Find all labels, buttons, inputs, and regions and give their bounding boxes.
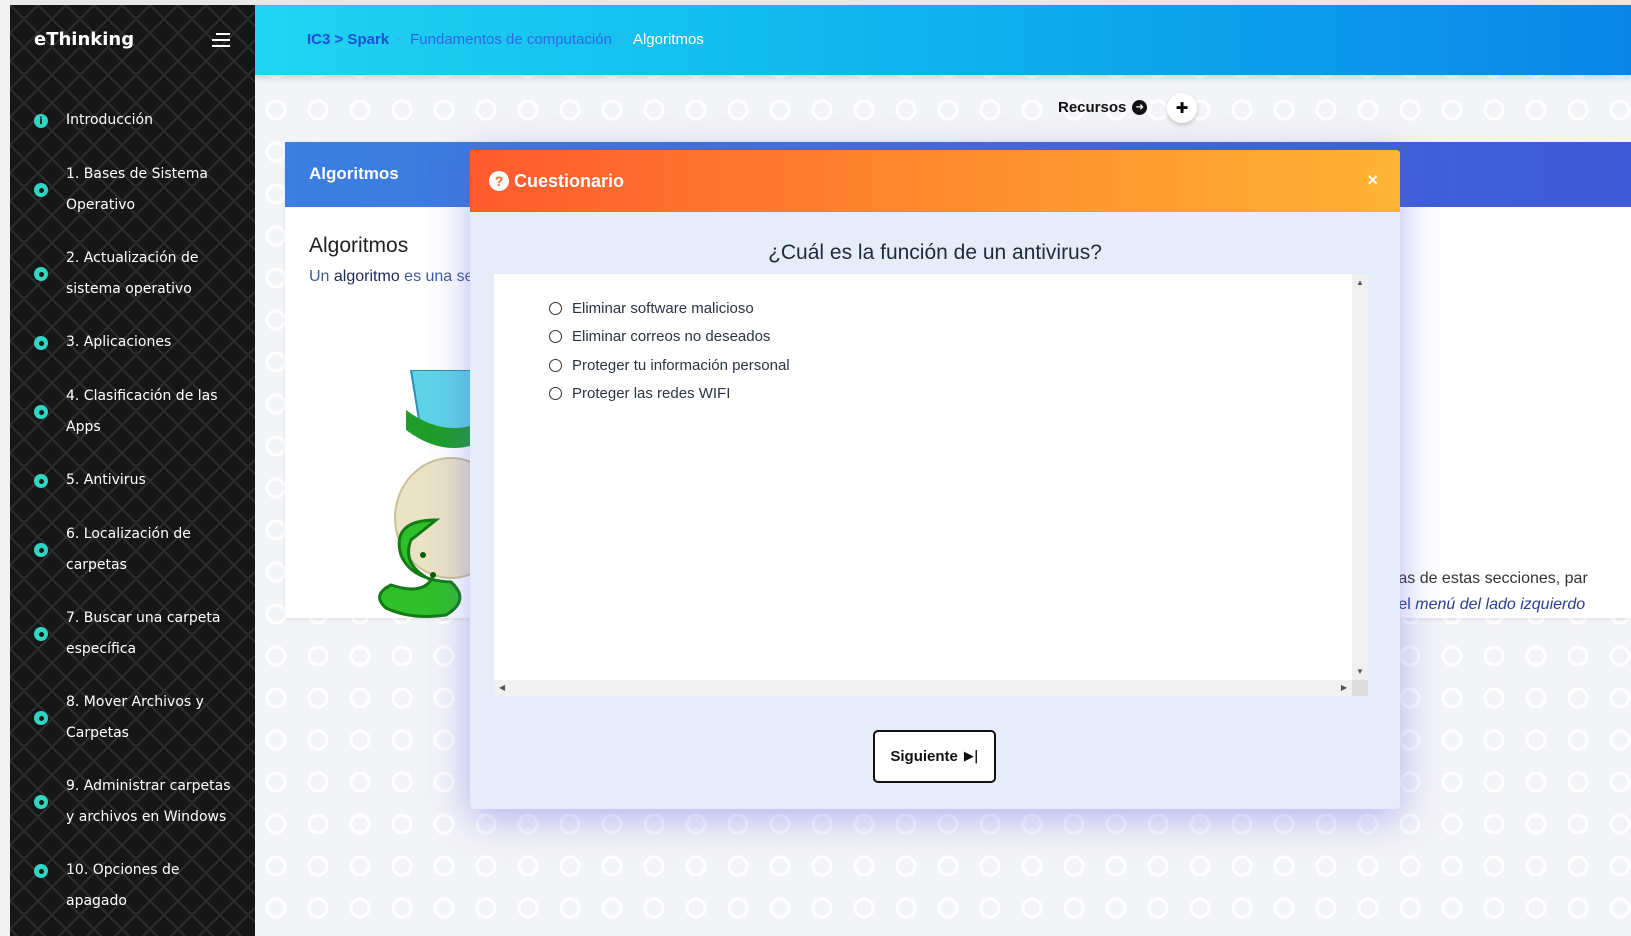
arrow-right-circle-icon: ➜ bbox=[1132, 100, 1148, 115]
answer-label: Proteger las redes WIFI bbox=[572, 385, 731, 402]
sidebar-item-administrar-carpetas[interactable]: 9. Administrar carpetas y archivos en Wi… bbox=[10, 771, 255, 833]
bullet-icon bbox=[34, 795, 48, 809]
sidebar-item-label: 1. Bases de Sistema Operativo bbox=[66, 166, 208, 213]
sidebar-item-opciones-apagado[interactable]: 10. Opciones de apagado bbox=[10, 855, 255, 909]
vertical-scrollbar[interactable]: ▲ ▼ bbox=[1352, 274, 1368, 680]
answers-scroll-area[interactable]: Eliminar software malicioso Eliminar cor… bbox=[494, 274, 1368, 696]
sidebar-item-mover-archivos[interactable]: 8. Mover Archivos y Carpetas bbox=[10, 687, 255, 749]
scrollbar-corner bbox=[1352, 680, 1368, 696]
next-button[interactable]: Siguiente ▶| bbox=[873, 730, 996, 783]
modal-header: ? Cuestionario bbox=[470, 150, 1400, 212]
sidebar-item-aplicaciones[interactable]: 3. Aplicaciones bbox=[10, 327, 255, 358]
bullet-icon bbox=[34, 543, 48, 557]
sidebar-item-label: 7. Buscar una carpeta específica bbox=[66, 610, 221, 657]
sidebar-item-label: 5. Antivirus bbox=[66, 472, 146, 488]
breadcrumb-current: Algoritmos bbox=[632, 31, 704, 48]
scroll-right-icon[interactable]: ▶ bbox=[1341, 683, 1347, 692]
sidebar-item-antivirus[interactable]: 5. Antivirus bbox=[10, 465, 255, 496]
sidebar-item-actualizacion[interactable]: 2. Actualización de sistema operativo bbox=[10, 243, 255, 305]
next-button-label: Siguiente bbox=[890, 748, 958, 765]
sidebar-item-label: 6. Localización de carpetas bbox=[66, 526, 191, 573]
bullet-icon bbox=[34, 627, 48, 641]
sidebar-item-label: 10. Opciones de apagado bbox=[66, 862, 180, 909]
breadcrumb-course-link[interactable]: Fundamentos de computación bbox=[410, 31, 612, 48]
bullet-icon bbox=[34, 405, 48, 419]
bullet-icon bbox=[34, 336, 48, 350]
answer-label: Proteger tu información personal bbox=[572, 357, 790, 374]
bullet-icon bbox=[34, 183, 48, 197]
quiz-question: ¿Cuál es la función de un antivirus? bbox=[768, 241, 1102, 264]
lesson-text-fragment: ntas de estas secciones, par bbox=[1385, 570, 1588, 587]
sidebar-item-label: 9. Administrar carpetas y archivos en Wi… bbox=[66, 778, 231, 825]
breadcrumb-root-link[interactable]: IC3 > Spark bbox=[307, 31, 389, 48]
modal-title: Cuestionario bbox=[514, 170, 625, 191]
answer-label: Eliminar correos no deseados bbox=[572, 328, 771, 345]
recursos-label: Recursos bbox=[1058, 99, 1127, 116]
hamburger-menu-icon[interactable] bbox=[210, 33, 232, 51]
puzzle-icon[interactable]: ✚ bbox=[1167, 93, 1197, 123]
radio-button[interactable] bbox=[549, 330, 562, 343]
bullet-icon bbox=[34, 711, 48, 725]
bullet-icon bbox=[34, 267, 48, 281]
scroll-up-icon[interactable]: ▲ bbox=[1356, 278, 1364, 287]
sidebar-item-localizacion-carpetas[interactable]: 6. Localización de carpetas bbox=[10, 519, 255, 581]
step-forward-icon: ▶| bbox=[963, 749, 979, 764]
breadcrumb-separator: - bbox=[397, 31, 403, 48]
window-left-edge bbox=[0, 0, 10, 936]
bullet-icon bbox=[34, 864, 48, 878]
sidebar-item-label: 3. Aplicaciones bbox=[66, 334, 172, 350]
sidebar-item-introduccion[interactable]: i Introducción bbox=[10, 105, 255, 136]
scroll-left-icon[interactable]: ◀ bbox=[499, 683, 505, 692]
horizontal-scrollbar[interactable]: ◀ ▶ bbox=[494, 680, 1352, 696]
brand-logo: eThinking bbox=[34, 29, 135, 50]
scroll-down-icon[interactable]: ▼ bbox=[1356, 667, 1364, 676]
answer-option[interactable]: Eliminar correos no deseados bbox=[549, 328, 770, 345]
recursos-button[interactable]: Recursos ➜ bbox=[1058, 99, 1148, 116]
answer-option[interactable]: Eliminar software malicioso bbox=[549, 300, 754, 317]
lesson-text: Un algoritmo es una se bbox=[309, 268, 474, 285]
close-icon[interactable]: × bbox=[1367, 170, 1378, 191]
question-circle-icon: ? bbox=[489, 171, 509, 191]
radio-button[interactable] bbox=[549, 302, 562, 315]
bullet-icon bbox=[34, 474, 48, 488]
sidebar-item-bases-sistema-operativo[interactable]: 1. Bases de Sistema Operativo bbox=[10, 159, 255, 221]
quiz-modal: ? Cuestionario × ¿Cuál es la función de … bbox=[470, 150, 1400, 809]
sidebar-item-clasificacion-apps[interactable]: 4. Clasificación de las Apps bbox=[10, 381, 255, 443]
answer-option[interactable]: Proteger las redes WIFI bbox=[549, 385, 730, 402]
sidebar-item-label: 8. Mover Archivos y Carpetas bbox=[66, 694, 204, 741]
answer-option[interactable]: Proteger tu información personal bbox=[549, 357, 790, 374]
lesson-text-fragment: n el menú del lado izquierdo bbox=[1385, 596, 1586, 613]
sidebar-item-label: Introducción bbox=[66, 112, 153, 128]
radio-button[interactable] bbox=[549, 359, 562, 372]
info-icon: i bbox=[34, 114, 48, 128]
sidebar: eThinking i Introducción 1. Bases de Sis… bbox=[10, 5, 255, 936]
lesson-title: Algoritmos bbox=[309, 234, 409, 257]
sidebar-item-label: 4. Clasificación de las Apps bbox=[66, 388, 218, 435]
top-bar: IC3 > Spark - Fundamentos de computación… bbox=[255, 5, 1631, 75]
radio-button[interactable] bbox=[549, 387, 562, 400]
sidebar-item-label: 2. Actualización de sistema operativo bbox=[66, 250, 199, 297]
breadcrumb-separator: - bbox=[619, 31, 625, 48]
breadcrumb: IC3 > Spark - Fundamentos de computación… bbox=[307, 31, 704, 48]
sidebar-item-buscar-carpeta[interactable]: 7. Buscar una carpeta específica bbox=[10, 603, 255, 665]
answer-label: Eliminar software malicioso bbox=[572, 300, 754, 317]
main-content: IC3 > Spark - Fundamentos de computación… bbox=[255, 5, 1631, 936]
